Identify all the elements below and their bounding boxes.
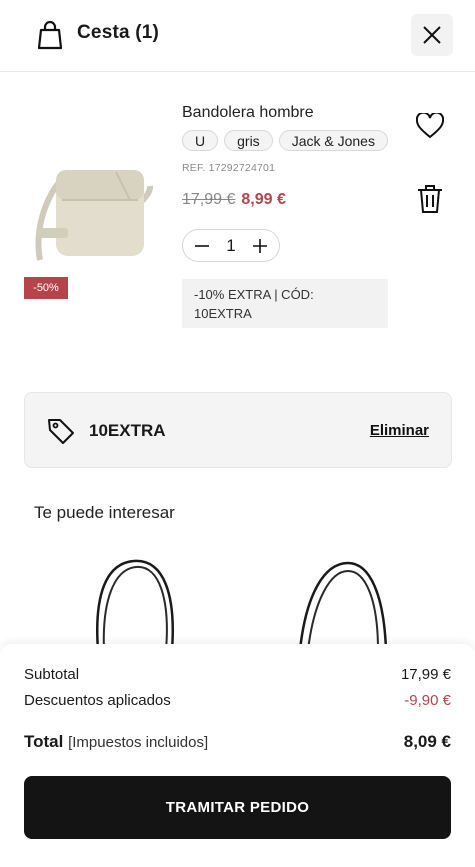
- price-old: 17,99 €: [182, 191, 236, 208]
- product-tags: U gris Jack & Jones: [182, 130, 388, 151]
- total-note: [Impuestos incluidos]: [68, 734, 209, 751]
- trash-icon[interactable]: [417, 184, 443, 214]
- promo-note-line2: 10EXTRA: [194, 306, 252, 321]
- total-row: Total [Impuestos incluidos] 8,09 €: [24, 732, 451, 752]
- plus-icon: [253, 238, 267, 253]
- close-button[interactable]: [411, 14, 453, 56]
- quantity-value: 1: [226, 235, 236, 255]
- recommended-product-image[interactable]: [84, 555, 194, 650]
- discount-row: Descuentos aplicados -9,90 €: [24, 692, 451, 709]
- subtotal-row: Subtotal 17,99 €: [24, 666, 451, 683]
- discount-label: Descuentos aplicados: [24, 692, 171, 709]
- order-summary: Subtotal 17,99 € Descuentos aplicados -9…: [0, 644, 475, 867]
- shopping-bag-icon: [37, 20, 63, 50]
- increase-quantity-button[interactable]: [251, 237, 269, 255]
- tag-size: U: [182, 130, 219, 151]
- tag-icon: [48, 419, 74, 444]
- cart-title: Cesta (1): [77, 22, 160, 43]
- discount-value: -9,90 €: [404, 692, 451, 709]
- checkout-button[interactable]: TRAMITAR PEDIDO: [24, 776, 451, 839]
- coupon-code: 10EXTRA: [89, 421, 166, 440]
- heart-icon[interactable]: [416, 113, 444, 139]
- product-prices: 17,99 € 8,99 €: [182, 191, 286, 209]
- recommendations-title: Te puede interesar: [34, 503, 175, 522]
- minus-icon: [195, 244, 209, 247]
- product-image[interactable]: [26, 150, 156, 268]
- applied-coupon: 10EXTRA Eliminar: [24, 392, 452, 468]
- total-label: Total: [24, 732, 64, 751]
- quantity-stepper: 1: [182, 229, 280, 262]
- total-value: 8,09 €: [403, 732, 451, 751]
- product-name[interactable]: Bandolera hombre: [182, 104, 314, 122]
- decrease-quantity-button[interactable]: [193, 237, 211, 255]
- tag-brand: Jack & Jones: [278, 130, 388, 151]
- product-ref: REF. 17292724701: [182, 162, 276, 174]
- tag-color: gris: [224, 130, 273, 151]
- close-icon: [423, 26, 441, 44]
- remove-coupon-link[interactable]: Eliminar: [370, 422, 429, 439]
- subtotal-label: Subtotal: [24, 666, 80, 683]
- discount-badge: -50%: [24, 277, 68, 299]
- promo-note-line1: -10% EXTRA | CÓD:: [194, 287, 314, 302]
- cart-header: Cesta (1): [0, 0, 475, 72]
- recommended-product-image[interactable]: [288, 555, 398, 650]
- promo-note: -10% EXTRA | CÓD: 10EXTRA: [182, 279, 388, 328]
- subtotal-value: 17,99 €: [400, 666, 451, 683]
- price-new: 8,99 €: [241, 191, 286, 208]
